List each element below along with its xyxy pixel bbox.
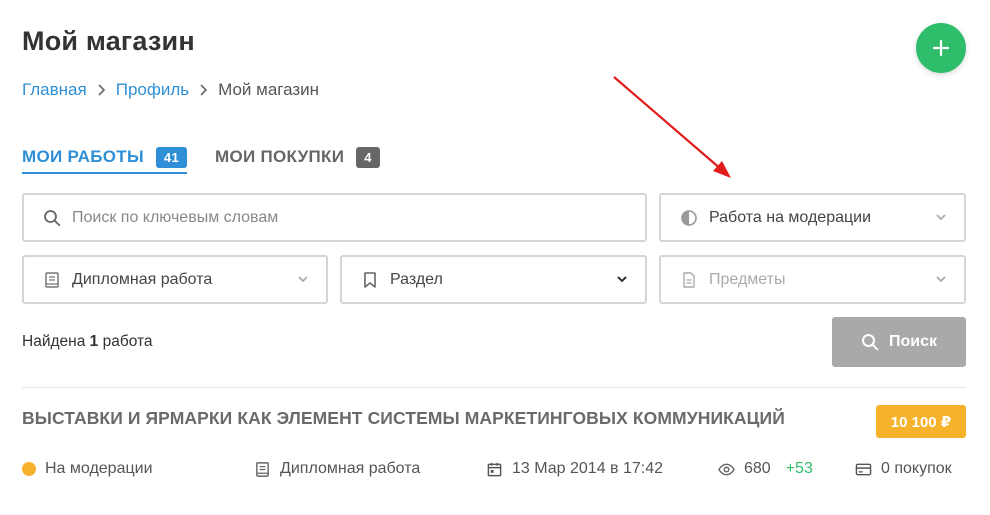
views-delta: +53 — [785, 460, 813, 477]
search-icon — [42, 208, 62, 228]
work-views: 680 +53 — [718, 457, 813, 481]
book-icon — [42, 270, 62, 290]
chevron-right-icon — [199, 84, 208, 96]
chevron-down-icon — [298, 276, 308, 283]
plus-icon — [932, 39, 950, 57]
results-count: Найдена 1 работа — [22, 333, 153, 351]
price-badge: 10 100 ₽ — [876, 405, 966, 438]
work-type-label: Дипломная работа — [280, 460, 421, 477]
breadcrumb-home[interactable]: Главная — [22, 80, 87, 100]
results-prefix: Найдена — [22, 333, 86, 350]
tabs: МОИ РАБОТЫ 41 МОИ ПОКУПКИ 4 — [22, 142, 380, 174]
bookmark-icon — [360, 270, 380, 290]
work-type-value: Дипломная работа — [72, 270, 213, 288]
search-button-label: Поиск — [888, 333, 937, 350]
work-type-select[interactable]: Дипломная работа — [22, 255, 328, 304]
results-number: 1 — [89, 333, 99, 350]
document-icon — [679, 270, 699, 290]
status-value: Работа на модерации — [709, 208, 872, 226]
status-select[interactable]: Работа на модерации — [659, 193, 966, 242]
divider — [22, 387, 966, 388]
work-status: На модерации — [22, 457, 153, 481]
section-select[interactable]: Раздел — [340, 255, 647, 304]
card-icon — [855, 463, 872, 475]
chevron-down-icon — [936, 214, 946, 221]
breadcrumb: Главная Профиль Мой магазин — [22, 80, 319, 100]
results-suffix: работа — [102, 333, 153, 350]
search-button[interactable]: Поиск — [832, 317, 966, 367]
tab-label: МОИ РАБОТЫ — [22, 147, 144, 166]
work-type: Дипломная работа — [254, 457, 420, 481]
views-count: 680 — [744, 460, 771, 477]
search-input[interactable]: Поиск по ключевым словам — [22, 193, 647, 242]
tab-my-purchases[interactable]: МОИ ПОКУПКИ 4 — [215, 142, 380, 172]
work-title[interactable]: ВЫСТАВКИ И ЯРМАРКИ КАК ЭЛЕМЕНТ СИСТЕМЫ М… — [22, 408, 785, 429]
page-title: Мой магазин — [22, 26, 195, 56]
breadcrumb-profile[interactable]: Профиль — [116, 80, 189, 100]
breadcrumb-current: Мой магазин — [218, 80, 320, 99]
purchases-label: 0 покупок — [881, 460, 952, 477]
calendar-icon — [487, 462, 502, 476]
half-circle-icon — [679, 208, 699, 228]
chevron-down-icon — [936, 276, 946, 283]
tab-label: МОИ ПОКУПКИ — [214, 147, 345, 166]
work-date-label: 13 Мар 2014 в 17:42 — [512, 460, 664, 477]
work-date: 13 Мар 2014 в 17:42 — [486, 457, 663, 481]
count-badge: 41 — [155, 146, 187, 168]
subjects-placeholder: Предметы — [709, 270, 786, 288]
eye-icon — [718, 463, 735, 475]
status-dot — [22, 462, 36, 476]
search-icon — [861, 334, 879, 351]
chevron-right-icon — [97, 84, 106, 96]
count-badge: 4 — [356, 146, 380, 168]
book-icon — [256, 461, 269, 477]
work-purchases: 0 покупок — [855, 457, 952, 481]
chevron-down-icon — [617, 276, 627, 283]
tab-my-works[interactable]: МОИ РАБОТЫ 41 — [22, 142, 187, 174]
work-status-label: На модерации — [45, 460, 153, 477]
section-value: Раздел — [390, 270, 443, 288]
search-placeholder: Поиск по ключевым словам — [72, 208, 279, 226]
subjects-select[interactable]: Предметы — [659, 255, 966, 304]
add-work-button[interactable] — [916, 23, 966, 73]
